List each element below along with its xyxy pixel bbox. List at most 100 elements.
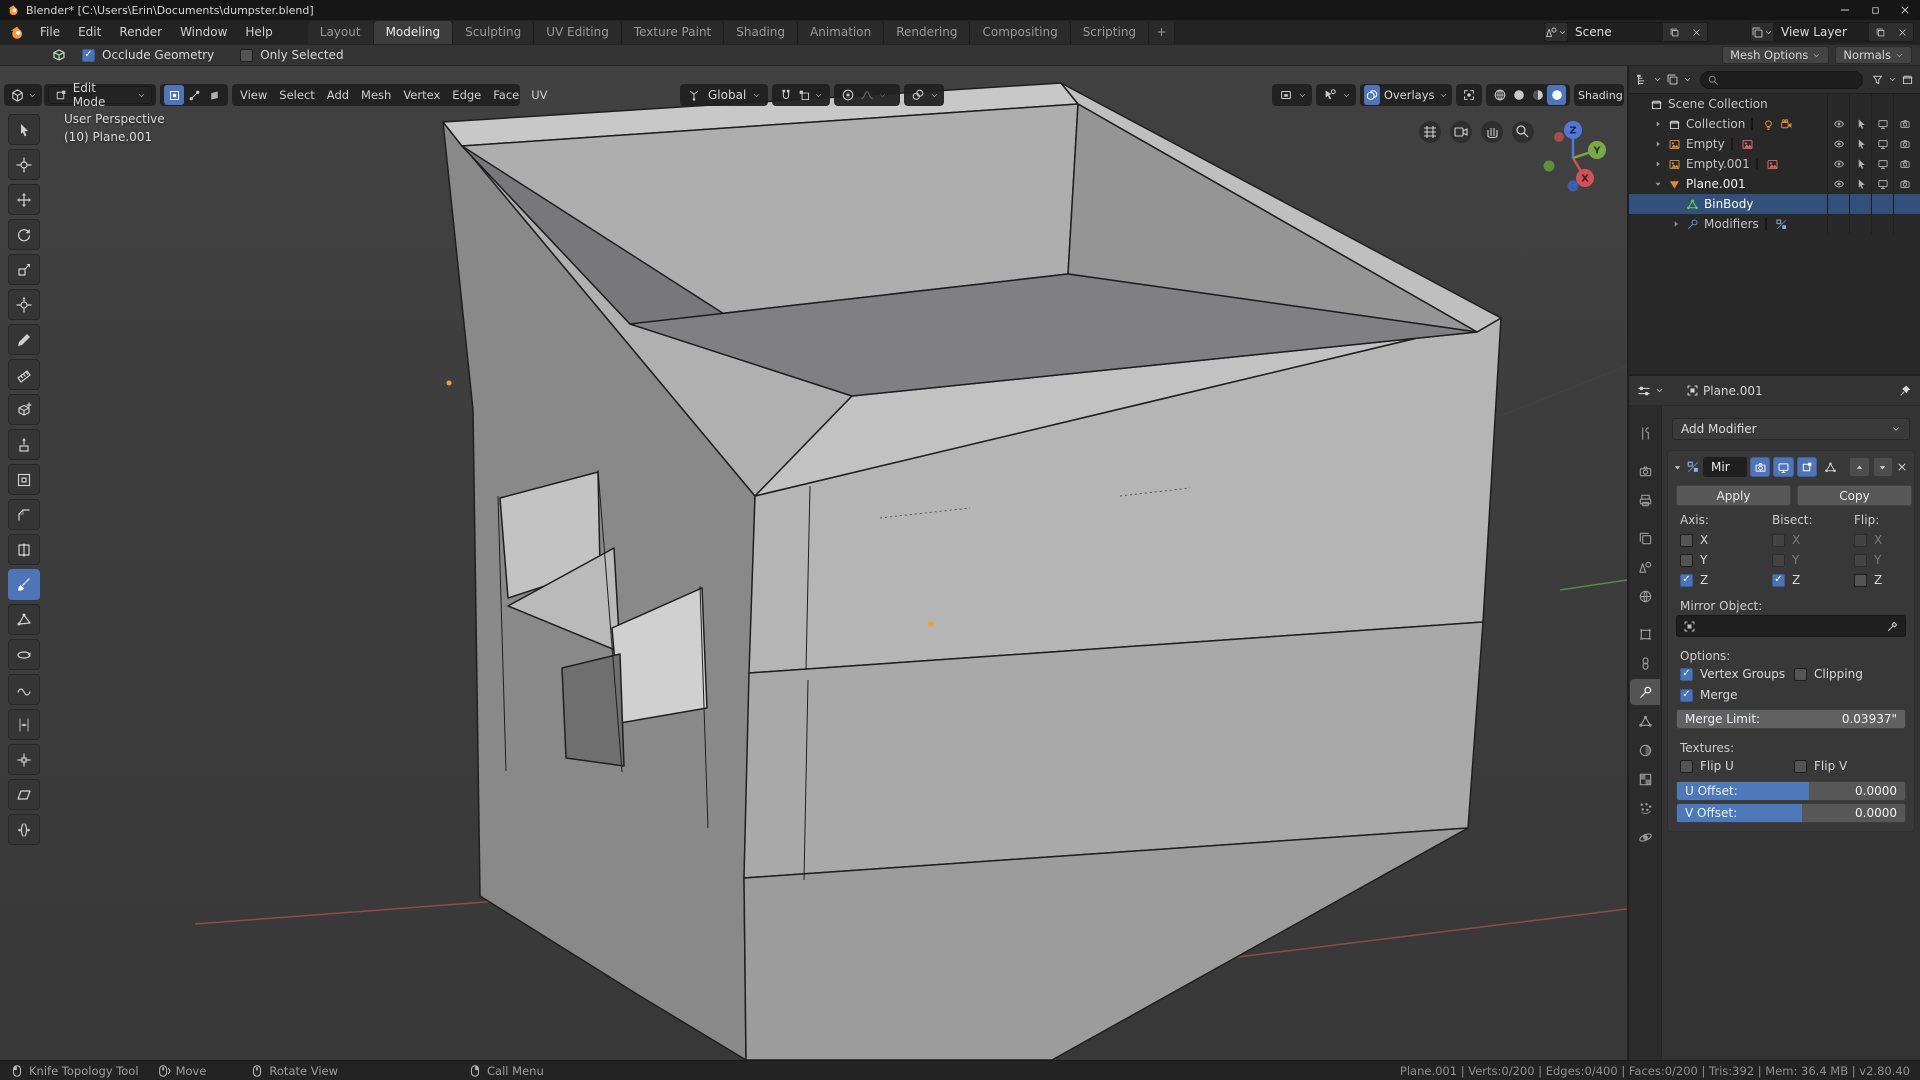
checkbox-box[interactable] xyxy=(1680,760,1693,773)
viewport-menu-view[interactable]: View xyxy=(234,83,273,107)
proportional-edit-icon[interactable] xyxy=(838,85,858,105)
outliner-editor-icon[interactable] xyxy=(1635,73,1649,87)
modifier-move-up-button[interactable] xyxy=(1849,457,1869,477)
view-layer-name-field[interactable]: View Layer xyxy=(1773,23,1869,41)
tool-add-cube[interactable] xyxy=(8,394,40,425)
scene-browse-button[interactable] xyxy=(1545,23,1567,41)
expand-down-icon[interactable] xyxy=(1651,179,1665,189)
selectable-toggle[interactable] xyxy=(1850,174,1872,194)
close-button[interactable] xyxy=(1890,0,1920,20)
image-red-icon[interactable] xyxy=(1764,158,1782,171)
checkbox-box[interactable] xyxy=(1854,534,1867,547)
modifier-delete-icon[interactable] xyxy=(1896,461,1908,473)
only-selected-checkbox[interactable]: Only Selected xyxy=(240,48,343,62)
modifier-editmode-toggle[interactable] xyxy=(1797,457,1817,477)
properties-tab-particles[interactable] xyxy=(1630,795,1660,821)
material-preview-shading-button[interactable] xyxy=(1528,85,1547,105)
tool-select-box[interactable] xyxy=(8,114,40,145)
checkbox-box[interactable] xyxy=(240,49,253,62)
tab-uv-editing[interactable]: UV Editing xyxy=(534,21,622,44)
chevron-down-icon[interactable] xyxy=(1653,75,1662,84)
checkbox-box[interactable]: ✓ xyxy=(1680,689,1693,702)
snap-settings-icon[interactable] xyxy=(796,85,812,105)
bulb-icon[interactable] xyxy=(1759,118,1777,131)
viewport-disable-toggle[interactable] xyxy=(1872,114,1894,134)
tool-rotate[interactable] xyxy=(8,219,40,250)
checkbox-box[interactable] xyxy=(1680,554,1693,567)
tool-rip-region[interactable] xyxy=(8,814,40,845)
u-offset-slider[interactable]: U Offset: 0.0000 xyxy=(1676,781,1906,801)
overlays-toggle-icon[interactable] xyxy=(1364,85,1380,105)
outliner-row-plane-001[interactable]: Plane.001 xyxy=(1629,174,1920,194)
checkbox-box[interactable] xyxy=(1772,534,1785,547)
expand-right-icon[interactable] xyxy=(1651,159,1665,169)
viewport-menu-uv[interactable]: UV xyxy=(525,83,553,107)
modifier-name-field[interactable]: Mir xyxy=(1703,457,1747,477)
viewport-menu-select[interactable]: Select xyxy=(273,83,320,107)
axis--z-checkbox[interactable]: ✓Z xyxy=(1680,573,1708,587)
edge-select-mode-button[interactable] xyxy=(184,85,204,105)
viewport-menu-mesh[interactable]: Mesh xyxy=(355,83,397,107)
outliner-row-scene-collection[interactable]: Scene Collection xyxy=(1629,94,1920,114)
vertex-groups-checkbox[interactable]: ✓Vertex Groups xyxy=(1680,667,1785,681)
xray-toggle[interactable] xyxy=(1456,84,1482,106)
outliner-row-binbody[interactable]: BinBody xyxy=(1629,194,1920,214)
chevron-down-icon[interactable] xyxy=(1888,75,1897,84)
snap-toggle-magnet-icon[interactable] xyxy=(776,85,796,105)
shading-dropdown[interactable]: Shading xyxy=(1574,84,1624,106)
editor-type-button[interactable] xyxy=(4,84,42,106)
tool-loop-cut[interactable] xyxy=(8,534,40,565)
minimize-button[interactable] xyxy=(1830,0,1860,20)
tab-layout[interactable]: Layout xyxy=(308,21,374,44)
pin-icon[interactable] xyxy=(1899,384,1912,397)
tab-texture-paint[interactable]: Texture Paint xyxy=(622,21,724,44)
3d-viewport[interactable]: Z Y X Edit Mode xyxy=(0,66,1627,1060)
tool-knife[interactable] xyxy=(8,569,40,600)
scene-copy-button[interactable] xyxy=(1663,23,1685,41)
tool-shrink-fatten[interactable] xyxy=(8,744,40,775)
bisect--z-checkbox[interactable]: ✓Z xyxy=(1772,573,1800,587)
hide-toggle[interactable] xyxy=(1828,154,1850,174)
expand-right-icon[interactable] xyxy=(1651,139,1665,149)
checkbox-box[interactable]: ✓ xyxy=(1680,668,1693,681)
properties-tab-view-layer[interactable] xyxy=(1630,525,1660,551)
tab-animation[interactable]: Animation xyxy=(798,21,884,44)
modifier-move-down-button[interactable] xyxy=(1873,457,1893,477)
viewport-disable-toggle[interactable] xyxy=(1872,154,1894,174)
tab-compositing[interactable]: Compositing xyxy=(970,21,1070,44)
expand-right-icon[interactable] xyxy=(1669,219,1683,229)
mode-dropdown[interactable]: Edit Mode xyxy=(44,84,156,106)
properties-tab-output[interactable] xyxy=(1630,487,1660,513)
viewport-menu-add[interactable]: Add xyxy=(321,83,355,107)
normals-popover[interactable]: Normals xyxy=(1835,46,1912,64)
modifier-cage-toggle[interactable] xyxy=(1820,457,1840,477)
menu-help[interactable]: Help xyxy=(236,25,281,39)
rendered-shading-button[interactable] xyxy=(1547,85,1566,105)
object-types-visibility-dropdown[interactable] xyxy=(1272,84,1312,106)
tab-sculpting[interactable]: Sculpting xyxy=(453,21,534,44)
wireframe-shading-button[interactable] xyxy=(1490,85,1509,105)
merge-limit-slider[interactable]: Merge Limit: 0.03937" xyxy=(1676,709,1906,729)
properties-tab-object[interactable] xyxy=(1630,621,1660,647)
add-modifier-dropdown[interactable]: Add Modifier xyxy=(1672,418,1910,440)
transform-orientation-dropdown[interactable]: Global xyxy=(680,84,768,106)
chevron-down-icon[interactable] xyxy=(1655,386,1664,395)
checkbox-box[interactable] xyxy=(1794,760,1807,773)
outliner-row-collection[interactable]: Collection xyxy=(1629,114,1920,134)
tab-shading[interactable]: Shading xyxy=(724,21,798,44)
tool-extrude-region[interactable] xyxy=(8,429,40,460)
selectable-toggle[interactable] xyxy=(1850,134,1872,154)
hide-toggle[interactable] xyxy=(1828,114,1850,134)
tab-rendering[interactable]: Rendering xyxy=(884,21,970,44)
tool-transform[interactable] xyxy=(8,289,40,320)
checkbox-box[interactable] xyxy=(1680,534,1693,547)
face-select-mode-button[interactable] xyxy=(204,85,224,105)
chevron-down-icon[interactable] xyxy=(812,85,824,105)
add-workspace-button[interactable]: + xyxy=(1149,21,1175,44)
flip-u-checkbox[interactable]: Flip U xyxy=(1680,759,1734,773)
axis--x-checkbox[interactable]: X xyxy=(1680,533,1708,547)
bisect--y-checkbox[interactable]: Y xyxy=(1772,553,1799,567)
apply-button[interactable]: Apply xyxy=(1676,485,1791,506)
mesh-options-popover[interactable]: Mesh Options xyxy=(1722,46,1829,64)
chevron-down-icon[interactable] xyxy=(1439,85,1448,105)
